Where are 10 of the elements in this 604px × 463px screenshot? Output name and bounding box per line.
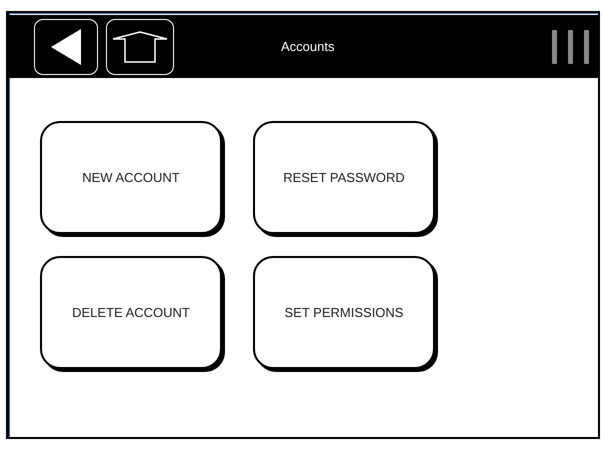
action-button[interactable]: RESET PASSWORD: [253, 121, 435, 234]
up-arrow-icon: [112, 30, 168, 62]
window-title: Accounts: [281, 39, 336, 54]
action-button[interactable]: DELETE ACCOUNT: [40, 256, 222, 369]
back-icon: [49, 26, 83, 66]
menu-icon[interactable]: [550, 30, 590, 64]
back-button[interactable]: [34, 18, 98, 74]
home-button[interactable]: [106, 18, 174, 74]
action-button[interactable]: NEW ACCOUNT: [40, 121, 222, 234]
action-button[interactable]: SET PERMISSIONS: [253, 256, 435, 369]
